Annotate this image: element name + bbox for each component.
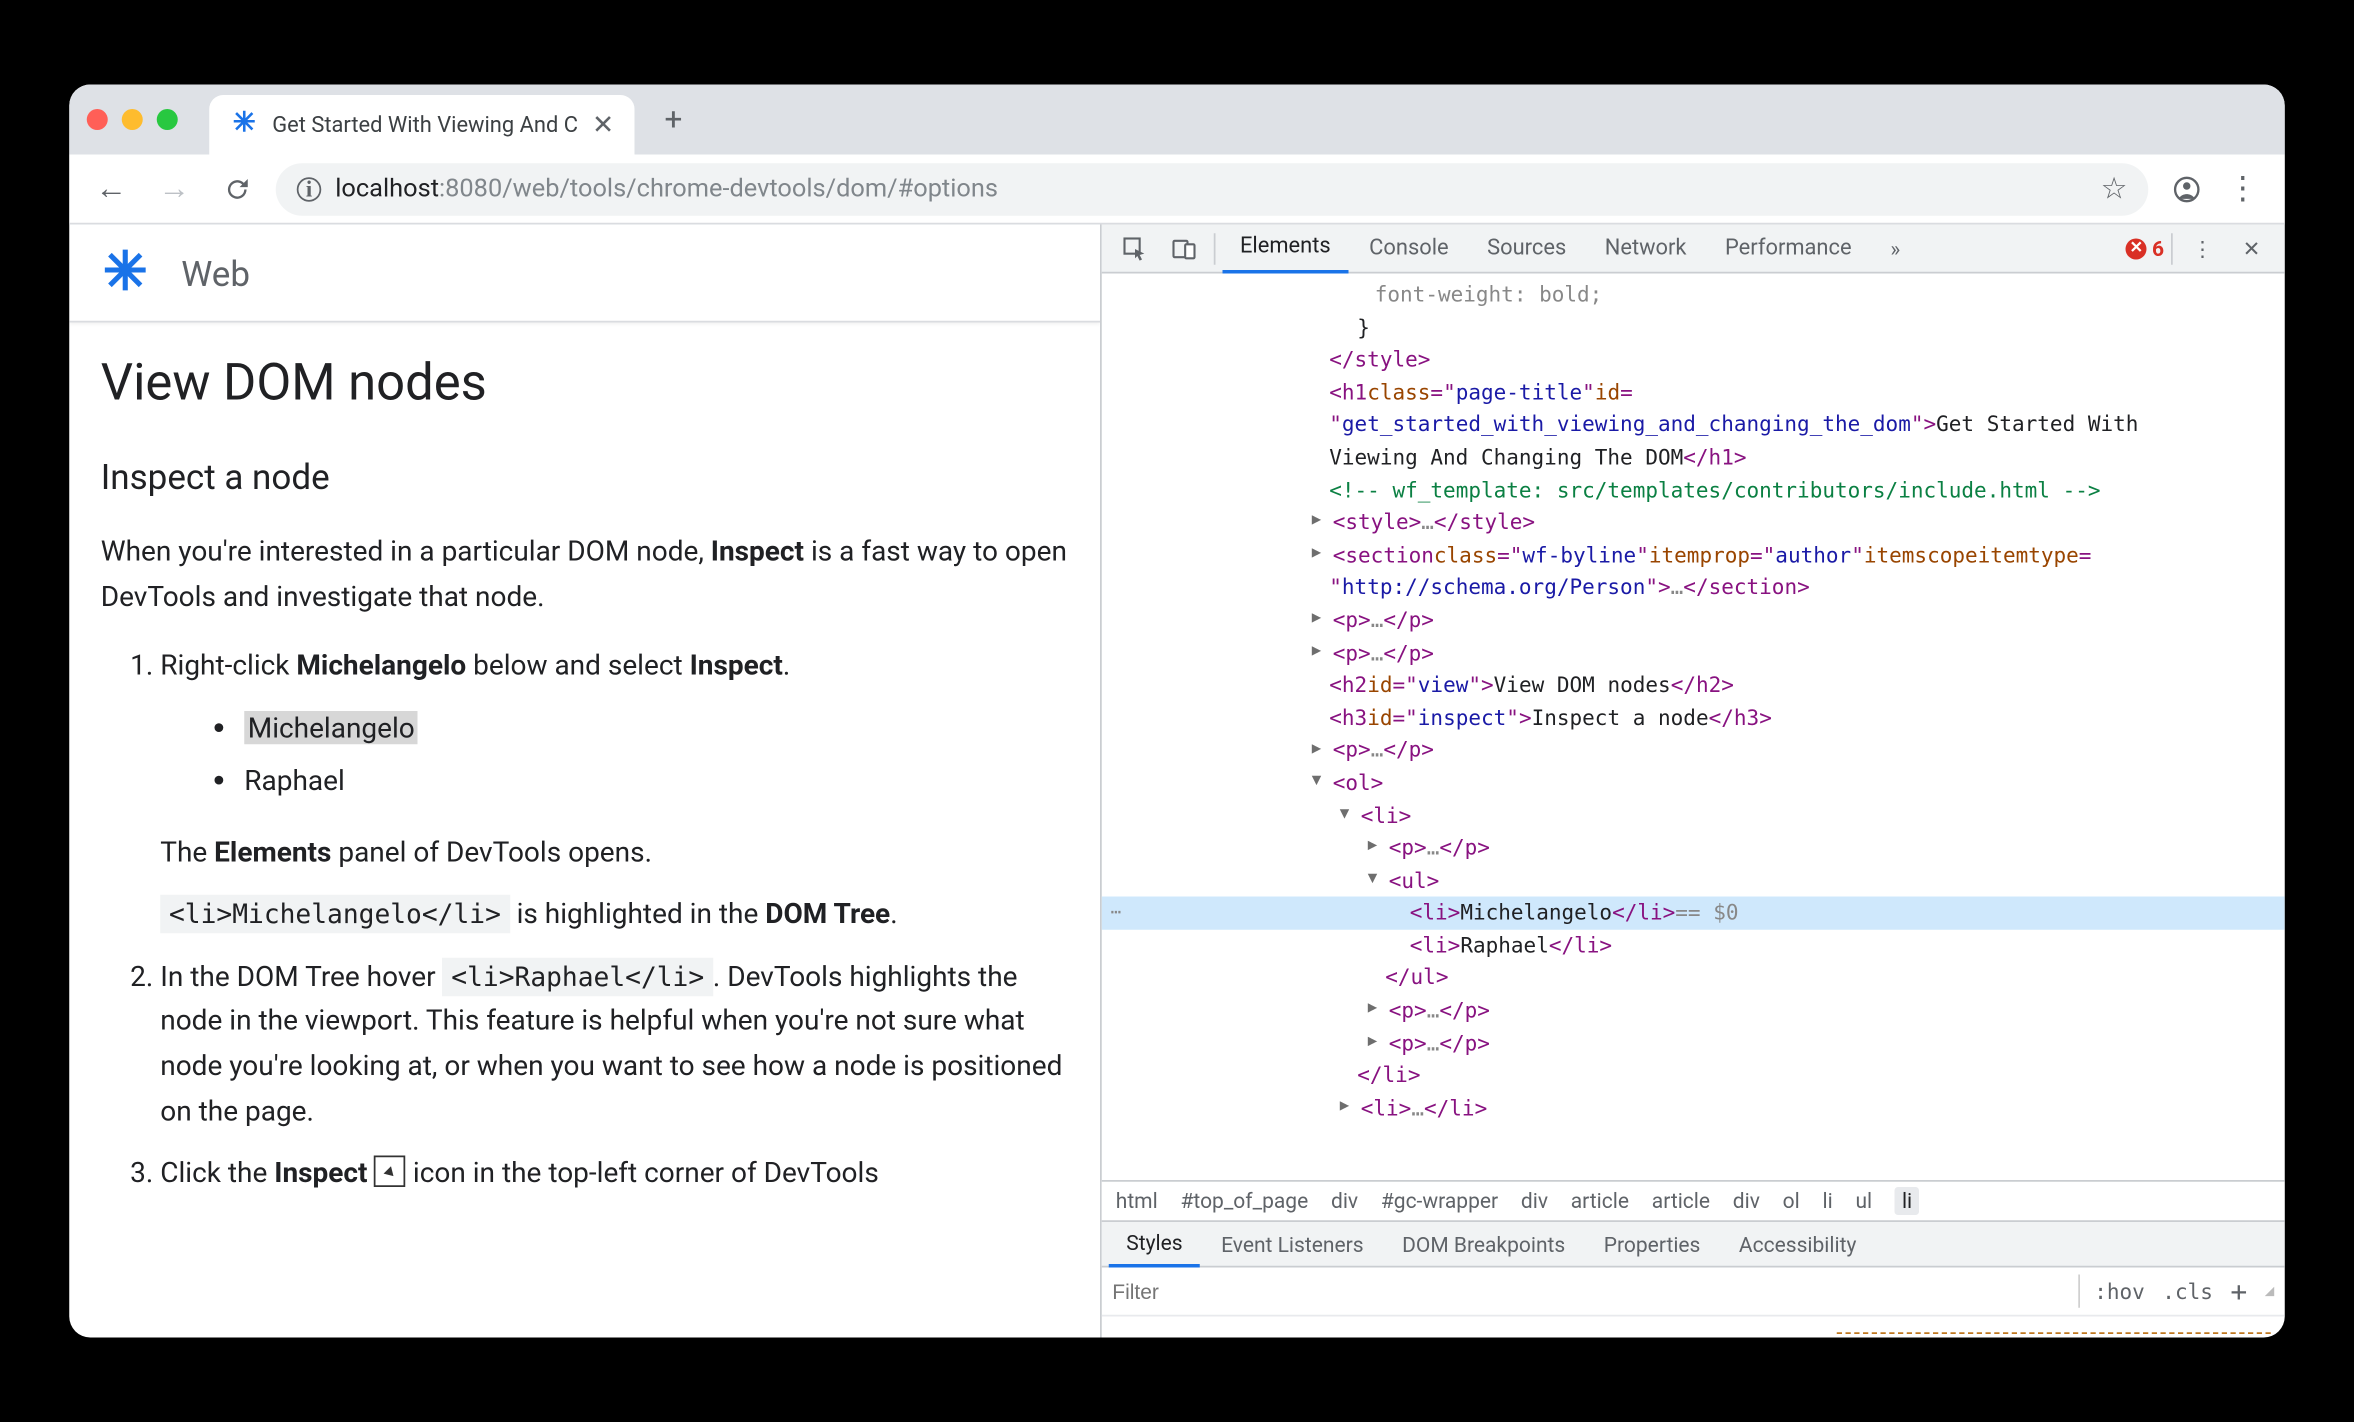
address-bar[interactable]: i localhost:8080/web/tools/chrome-devtoo…	[276, 162, 2149, 215]
bullet-michelangelo[interactable]: Michelangelo	[244, 702, 1068, 755]
selected-dom-node[interactable]: ⋯<li>Michelangelo</li> == $0	[1102, 897, 2285, 930]
subtab-dom-breakpoints[interactable]: DOM Breakpoints	[1385, 1220, 1583, 1267]
reload-button[interactable]	[213, 164, 262, 213]
back-button[interactable]: ←	[87, 164, 136, 213]
maximize-window-button[interactable]	[157, 109, 178, 130]
page-viewport: Web View DOM nodes Inspect a node When y…	[69, 225, 1100, 1338]
subtab-accessibility[interactable]: Accessibility	[1721, 1220, 1874, 1267]
bullet-raphael[interactable]: Raphael	[244, 755, 1068, 808]
styles-toolbar: :hov .cls + ◢	[1102, 1268, 2285, 1317]
profile-icon[interactable]	[2162, 164, 2211, 213]
intro-paragraph: When you're interested in a particular D…	[101, 529, 1069, 619]
content-area: Web View DOM nodes Inspect a node When y…	[69, 225, 2285, 1338]
step-1-result-2: <li>Michelangelo</li> is highlighted in …	[160, 892, 1068, 937]
error-badge[interactable]: ✕ 6	[2126, 236, 2164, 261]
devtools-menu-icon[interactable]: ⋮	[2180, 225, 2226, 271]
window-controls	[87, 109, 178, 130]
article-h1: View DOM nodes	[101, 354, 1069, 414]
minimize-window-button[interactable]	[122, 109, 143, 130]
browser-window: Get Started With Viewing And C ✕ + ← → i…	[69, 85, 2285, 1338]
hov-toggle[interactable]: :hov	[2094, 1279, 2145, 1304]
device-toolbar-icon[interactable]	[1161, 225, 1207, 271]
devtools-tabbar: Elements Console Sources Network Perform…	[1102, 225, 2285, 274]
step-2: In the DOM Tree hover <li>Raphael</li>. …	[160, 954, 1068, 1133]
step-1-result: The Elements panel of DevTools opens.	[160, 829, 1068, 874]
subtab-event-listeners[interactable]: Event Listeners	[1204, 1220, 1381, 1267]
site-logo-icon	[101, 245, 150, 301]
more-tabs-icon[interactable]: »	[1873, 225, 1919, 271]
bookmark-icon[interactable]: ☆	[2101, 171, 2128, 206]
devtools-close-icon[interactable]: ✕	[2229, 225, 2275, 271]
styles-filter-input[interactable]	[1112, 1279, 1567, 1304]
dom-tree[interactable]: font-weight: bold; } </style> <h1 class=…	[1102, 274, 2285, 1181]
tab-performance[interactable]: Performance	[1708, 225, 1870, 273]
tab-console[interactable]: Console	[1352, 225, 1466, 273]
toolbar: ← → i localhost:8080/web/tools/chrome-de…	[69, 155, 2285, 225]
tab-network[interactable]: Network	[1587, 225, 1704, 273]
tab-strip: Get Started With Viewing And C ✕ +	[69, 85, 2285, 155]
tab-elements[interactable]: Elements	[1223, 225, 1349, 273]
styles-body	[1837, 1317, 2271, 1335]
subtab-styles[interactable]: Styles	[1109, 1220, 1200, 1267]
steps-list: Right-click Michelangelo below and selec…	[101, 643, 1069, 1195]
step-1: Right-click Michelangelo below and selec…	[160, 643, 1068, 936]
site-name: Web	[181, 252, 250, 294]
inspect-cursor-icon	[374, 1156, 406, 1188]
inspect-element-icon[interactable]	[1112, 225, 1158, 271]
article-h2: Inspect a node	[101, 456, 1069, 498]
forward-button[interactable]: →	[150, 164, 199, 213]
cls-toggle[interactable]: .cls	[2162, 1279, 2213, 1304]
tab-favicon-icon	[230, 107, 258, 142]
error-circle-icon: ✕	[2126, 238, 2147, 259]
devtools-panel: Elements Console Sources Network Perform…	[1100, 225, 2285, 1338]
step-3: Click the Inspect icon in the top-left c…	[160, 1150, 1068, 1195]
close-window-button[interactable]	[87, 109, 108, 130]
step-1-sublist: Michelangelo Raphael	[160, 702, 1068, 808]
site-info-icon[interactable]: i	[297, 176, 322, 201]
tab-title: Get Started With Viewing And C	[272, 112, 578, 138]
styles-subtabs: Styles Event Listeners DOM Breakpoints P…	[1102, 1220, 2285, 1267]
new-tab-button[interactable]: +	[649, 95, 698, 144]
tab-sources[interactable]: Sources	[1470, 225, 1584, 273]
menu-icon[interactable]: ⋮	[2218, 164, 2267, 213]
dom-breadcrumbs[interactable]: html #top_of_page div #gc-wrapper div ar…	[1102, 1180, 2285, 1220]
article-body: View DOM nodes Inspect a node When you'r…	[69, 323, 1100, 1213]
site-header: Web	[69, 225, 1100, 323]
subtab-properties[interactable]: Properties	[1586, 1220, 1718, 1267]
new-style-rule-icon[interactable]: +	[2230, 1275, 2247, 1308]
url-text: localhost:8080/web/tools/chrome-devtools…	[335, 174, 998, 204]
browser-tab[interactable]: Get Started With Viewing And C ✕	[209, 95, 635, 155]
tab-close-icon[interactable]: ✕	[592, 109, 614, 141]
